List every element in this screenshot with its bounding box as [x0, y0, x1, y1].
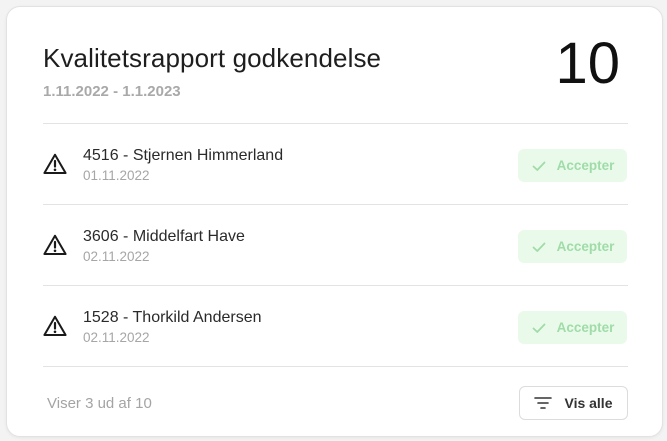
list-item: 3606 - Middelfart Have 02.11.2022 Accept…	[43, 205, 628, 286]
date-range: 1.11.2022 - 1.1.2023	[43, 83, 181, 100]
card-header: Kvalitetsrapport godkendelse 1.11.2022 -…	[43, 7, 628, 124]
accept-label: Accepter	[556, 158, 615, 173]
quality-report-card: Kvalitetsrapport godkendelse 1.11.2022 -…	[6, 6, 663, 437]
item-name: 3606 - Middelfart Have	[83, 228, 245, 245]
accept-label: Accepter	[556, 239, 615, 254]
results-summary: Viser 3 ud af 10	[47, 395, 152, 412]
accept-button[interactable]: Accepter	[518, 311, 627, 344]
show-all-button[interactable]: Vis alle	[519, 386, 628, 420]
check-icon	[532, 161, 546, 171]
item-name: 4516 - Stjernen Himmerland	[83, 147, 284, 164]
card-title: Kvalitetsrapport godkendelse	[43, 43, 382, 73]
accept-label: Accepter	[556, 320, 615, 335]
show-all-label: Vis alle	[564, 395, 613, 411]
warning-triangle-icon	[43, 234, 67, 255]
item-date: 02.11.2022	[83, 249, 150, 264]
check-icon	[532, 323, 546, 333]
item-date: 02.11.2022	[83, 330, 150, 345]
pending-count: 10	[555, 31, 620, 96]
item-date: 01.11.2022	[83, 168, 150, 183]
warning-triangle-icon	[43, 315, 67, 336]
accept-button[interactable]: Accepter	[518, 149, 627, 182]
accept-button[interactable]: Accepter	[518, 230, 627, 263]
list-item: 4516 - Stjernen Himmerland 01.11.2022 Ac…	[43, 124, 628, 205]
filter-lines-icon	[534, 397, 553, 409]
report-list: 4516 - Stjernen Himmerland 01.11.2022 Ac…	[43, 124, 628, 367]
warning-triangle-icon	[43, 153, 67, 174]
check-icon	[532, 242, 546, 252]
list-item: 1528 - Thorkild Andersen 02.11.2022 Acce…	[43, 286, 628, 367]
item-name: 1528 - Thorkild Andersen	[83, 309, 262, 326]
